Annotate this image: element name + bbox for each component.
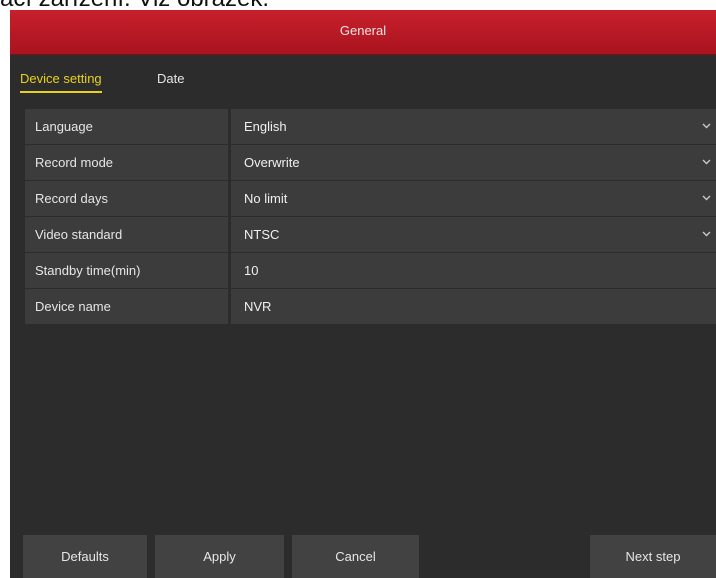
defaults-button[interactable]: Defaults	[23, 535, 147, 578]
form-row-video-standard: Video standard NTSC	[25, 217, 716, 252]
record-mode-value: Overwrite	[244, 155, 300, 170]
video-standard-select[interactable]: NTSC	[231, 217, 716, 252]
apply-button[interactable]: Apply	[155, 535, 284, 578]
language-label: Language	[25, 109, 228, 144]
tab-device-setting[interactable]: Device setting	[20, 71, 102, 93]
device-name-label: Device name	[25, 289, 228, 324]
standby-time-label: Standby time(min)	[25, 253, 228, 288]
footer-buttons: Defaults Apply Cancel Next step	[10, 525, 716, 578]
form-row-standby-time: Standby time(min) 10	[25, 253, 716, 288]
settings-form: Language English Record mode Overwrite R…	[25, 109, 716, 325]
record-days-value: No limit	[244, 191, 288, 206]
form-row-language: Language English	[25, 109, 716, 144]
next-step-button[interactable]: Next step	[590, 535, 716, 578]
video-standard-value: NTSC	[244, 227, 280, 242]
device-name-field[interactable]: NVR	[231, 289, 716, 324]
chevron-down-icon[interactable]	[700, 109, 714, 144]
tab-bar: Device setting Date	[10, 55, 716, 107]
chevron-down-icon[interactable]	[700, 145, 714, 180]
record-mode-select[interactable]: Overwrite	[231, 145, 716, 180]
video-standard-label: Video standard	[25, 217, 228, 252]
chevron-down-icon[interactable]	[700, 181, 714, 216]
chevron-down-icon[interactable]	[700, 217, 714, 252]
record-days-label: Record days	[25, 181, 228, 216]
standby-time-field[interactable]: 10	[231, 253, 716, 288]
tab-date[interactable]: Date	[157, 71, 184, 91]
record-mode-label: Record mode	[25, 145, 228, 180]
general-settings-window: General Device setting Date Language Eng…	[10, 10, 716, 578]
cancel-button[interactable]: Cancel	[292, 535, 419, 578]
form-row-record-mode: Record mode Overwrite	[25, 145, 716, 180]
form-row-record-days: Record days No limit	[25, 181, 716, 216]
record-days-select[interactable]: No limit	[231, 181, 716, 216]
window-title: General	[339, 23, 387, 38]
language-select[interactable]: English	[231, 109, 716, 144]
title-bar: General	[10, 10, 716, 55]
language-value: English	[244, 119, 287, 134]
form-row-device-name: Device name NVR	[25, 289, 716, 324]
